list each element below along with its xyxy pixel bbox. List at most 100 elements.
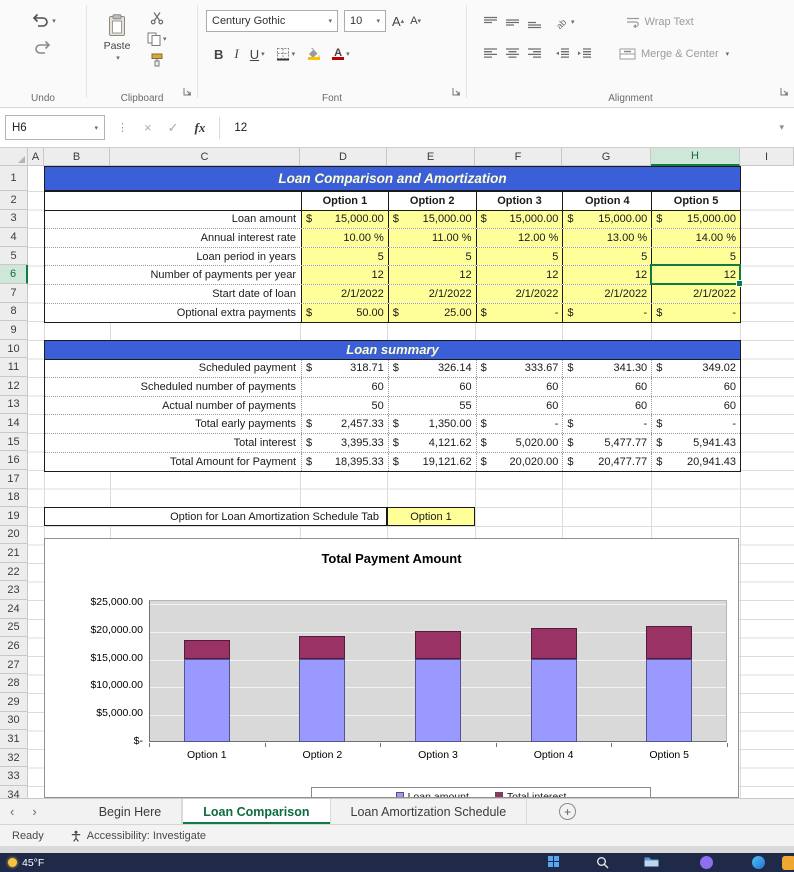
cancel-button[interactable]: × bbox=[144, 120, 152, 135]
cell-E12[interactable]: 60 bbox=[388, 378, 476, 396]
col-header-D[interactable]: D bbox=[300, 148, 387, 166]
cell-E14[interactable]: $1,350.00 bbox=[388, 415, 476, 433]
row-header-19[interactable]: 19 bbox=[0, 507, 28, 526]
cell-H15[interactable]: $5,941.43 bbox=[651, 434, 740, 452]
wrap-text-button[interactable]: Wrap Text bbox=[626, 16, 694, 28]
taskbar-weather[interactable]: 45°F bbox=[8, 853, 44, 872]
alignment-dialog-launcher[interactable] bbox=[780, 83, 789, 101]
cell-F16[interactable]: $20,020.00 bbox=[476, 453, 563, 472]
cell-D2[interactable]: Option 1 bbox=[301, 192, 388, 210]
cell-E2[interactable]: Option 2 bbox=[388, 192, 476, 210]
cell-B6[interactable]: Number of payments per year bbox=[45, 266, 301, 284]
cell-E15[interactable]: $4,121.62 bbox=[388, 434, 476, 452]
format-painter-button[interactable] bbox=[147, 53, 167, 67]
row-header-5[interactable]: 5 bbox=[0, 247, 28, 266]
accessibility-checker[interactable]: Accessibility: Investigate bbox=[70, 830, 206, 842]
grow-font-button[interactable]: A▴ bbox=[392, 14, 404, 29]
col-header-H[interactable]: H bbox=[651, 148, 740, 166]
cell-D3[interactable]: $15,000.00 bbox=[301, 211, 388, 229]
italic-button[interactable]: I bbox=[234, 46, 238, 62]
cell-E6[interactable]: 12 bbox=[388, 266, 476, 284]
row-header-22[interactable]: 22 bbox=[0, 563, 28, 582]
formula-bar-expand-icon[interactable]: ▾ bbox=[779, 122, 784, 133]
align-right-button[interactable] bbox=[527, 47, 542, 60]
cut-button[interactable] bbox=[147, 11, 167, 25]
cell-G2[interactable]: Option 4 bbox=[562, 192, 651, 210]
cell-G3[interactable]: $15,000.00 bbox=[562, 211, 651, 229]
align-left-button[interactable] bbox=[483, 47, 498, 60]
cell-H11[interactable]: $349.02 bbox=[651, 360, 740, 378]
row-header-1[interactable]: 1 bbox=[0, 166, 28, 191]
cell-D7[interactable]: 2/1/2022 bbox=[301, 285, 388, 303]
formula-bar-handle[interactable]: ⋮ bbox=[117, 121, 128, 134]
cell-B14[interactable]: Total early payments bbox=[45, 415, 301, 433]
row-header-31[interactable]: 31 bbox=[0, 730, 28, 749]
align-top-button[interactable] bbox=[483, 16, 498, 29]
tab-scroll-left-icon[interactable]: ‹ bbox=[10, 804, 14, 819]
decrease-indent-button[interactable] bbox=[555, 47, 570, 60]
cell-F11[interactable]: $333.67 bbox=[476, 360, 563, 378]
align-bottom-button[interactable] bbox=[527, 16, 542, 29]
cell-B11[interactable]: Scheduled payment bbox=[45, 360, 301, 378]
cell-F8[interactable]: $- bbox=[476, 304, 563, 323]
row-header-33[interactable]: 33 bbox=[0, 767, 28, 786]
cell-D16[interactable]: $18,395.33 bbox=[301, 453, 388, 472]
col-header-C[interactable]: C bbox=[110, 148, 300, 166]
cell-D13[interactable]: 50 bbox=[301, 397, 388, 415]
cell-H16[interactable]: $20,941.43 bbox=[651, 453, 740, 472]
cell-B4[interactable]: Annual interest rate bbox=[45, 229, 301, 247]
sheet-tab-loan-comparison[interactable]: Loan Comparison bbox=[182, 799, 330, 824]
enter-button[interactable]: ✓ bbox=[168, 120, 179, 136]
cell-D11[interactable]: $318.71 bbox=[301, 360, 388, 378]
redo-button[interactable] bbox=[33, 40, 53, 55]
cell-H3[interactable]: $15,000.00 bbox=[651, 211, 740, 229]
total-payment-chart[interactable]: Total Payment Amount Loan amountTotal in… bbox=[44, 538, 739, 798]
undo-button[interactable]: ▾ bbox=[30, 13, 56, 28]
col-header-E[interactable]: E bbox=[387, 148, 475, 166]
search-icon[interactable] bbox=[596, 856, 609, 869]
row-header-23[interactable]: 23 bbox=[0, 581, 28, 600]
bold-button[interactable]: B bbox=[214, 47, 223, 62]
row-header-10[interactable]: 10 bbox=[0, 340, 28, 359]
row-header-6[interactable]: 6 bbox=[0, 265, 28, 284]
copy-button[interactable]: ▾ bbox=[147, 32, 167, 46]
font-size-select[interactable]: 10 ▾ bbox=[344, 10, 386, 32]
taskbar-app-icon[interactable] bbox=[782, 856, 794, 870]
cell-F6[interactable]: 12 bbox=[476, 266, 563, 284]
cell-H14[interactable]: $- bbox=[651, 415, 740, 433]
row-header-3[interactable]: 3 bbox=[0, 210, 28, 229]
tab-scroll-right-icon[interactable]: › bbox=[32, 804, 36, 819]
row-header-28[interactable]: 28 bbox=[0, 674, 28, 693]
cell-B12[interactable]: Scheduled number of payments bbox=[45, 378, 301, 396]
cell-H6[interactable]: 12 bbox=[651, 266, 740, 284]
name-box[interactable]: H6 ▾ bbox=[5, 115, 105, 140]
cell-F2[interactable]: Option 3 bbox=[476, 192, 563, 210]
cell-E16[interactable]: $19,121.62 bbox=[388, 453, 476, 472]
borders-button[interactable]: ▾ bbox=[276, 47, 296, 61]
row-header-16[interactable]: 16 bbox=[0, 451, 28, 470]
cell-F3[interactable]: $15,000.00 bbox=[476, 211, 563, 229]
sheet-tab-begin-here[interactable]: Begin Here bbox=[79, 799, 183, 824]
cell-G13[interactable]: 60 bbox=[562, 397, 651, 415]
row-header-14[interactable]: 14 bbox=[0, 414, 28, 433]
row-header-8[interactable]: 8 bbox=[0, 303, 28, 322]
orientation-button[interactable]: ab ▾ bbox=[555, 15, 575, 29]
font-name-select[interactable]: Century Gothic ▾ bbox=[206, 10, 338, 32]
row-header-4[interactable]: 4 bbox=[0, 228, 28, 247]
row-header-9[interactable]: 9 bbox=[0, 321, 28, 340]
cell-G14[interactable]: $- bbox=[562, 415, 651, 433]
col-header-G[interactable]: G bbox=[562, 148, 651, 166]
row-header-27[interactable]: 27 bbox=[0, 656, 28, 675]
cell-B2[interactable] bbox=[45, 192, 301, 210]
cell-G6[interactable]: 12 bbox=[562, 266, 651, 284]
shrink-font-button[interactable]: A▾ bbox=[410, 15, 421, 27]
align-middle-button[interactable] bbox=[505, 16, 520, 29]
row-header-24[interactable]: 24 bbox=[0, 600, 28, 619]
col-header-B[interactable]: B bbox=[44, 148, 110, 166]
row-header-20[interactable]: 20 bbox=[0, 526, 28, 545]
cell-B13[interactable]: Actual number of payments bbox=[45, 397, 301, 415]
cell-E13[interactable]: 55 bbox=[388, 397, 476, 415]
cell-H2[interactable]: Option 5 bbox=[651, 192, 740, 210]
cell-G12[interactable]: 60 bbox=[562, 378, 651, 396]
row-header-29[interactable]: 29 bbox=[0, 693, 28, 712]
